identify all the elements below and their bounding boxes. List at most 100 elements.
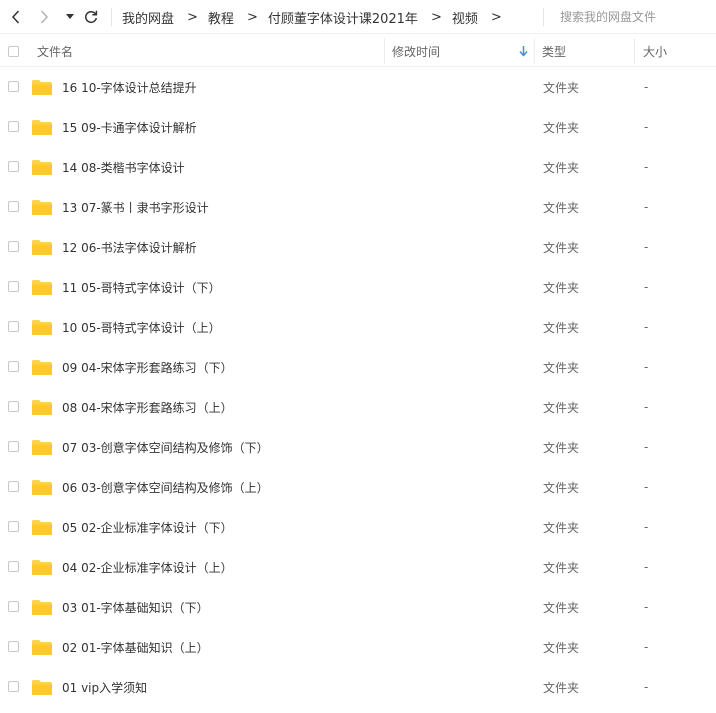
file-row[interactable]: 11 05-哥特式字体设计（下） 文件夹 - xyxy=(0,267,716,307)
file-name[interactable]: 16 10-字体设计总结提升 xyxy=(62,67,197,107)
row-checkbox[interactable] xyxy=(8,641,19,652)
file-type: 文件夹 xyxy=(543,80,580,95)
forward-button[interactable] xyxy=(32,0,56,34)
refresh-icon xyxy=(85,10,98,24)
file-row[interactable]: 16 10-字体设计总结提升 文件夹 - xyxy=(0,67,716,107)
file-name[interactable]: 11 05-哥特式字体设计（下） xyxy=(62,267,221,307)
row-checkbox[interactable] xyxy=(8,121,19,132)
sort-descending-icon[interactable] xyxy=(519,46,528,57)
column-header-modified[interactable]: 修改时间 xyxy=(392,36,532,66)
file-type: 文件夹 xyxy=(543,640,580,655)
file-type: 文件夹 xyxy=(543,440,580,455)
file-type: 文件夹 xyxy=(543,520,580,535)
column-header-size[interactable]: 大小 xyxy=(643,36,713,66)
file-row[interactable]: 08 04-宋体字形套路练习（上） 文件夹 - xyxy=(0,387,716,427)
column-header-name[interactable]: 文件名 xyxy=(37,36,382,66)
file-row[interactable]: 10 05-哥特式字体设计（上） 文件夹 - xyxy=(0,307,716,347)
file-name[interactable]: 03 01-字体基础知识（下） xyxy=(62,587,209,627)
folder-icon xyxy=(32,520,52,535)
row-checkbox[interactable] xyxy=(8,561,19,572)
file-name[interactable]: 04 02-企业标准字体设计（上） xyxy=(62,547,233,587)
file-name[interactable]: 15 09-卡通字体设计解析 xyxy=(62,107,197,147)
row-checkbox[interactable] xyxy=(8,361,19,372)
file-name[interactable]: 14 08-类楷书字体设计 xyxy=(62,147,185,187)
file-name[interactable]: 08 04-宋体字形套路练习（上） xyxy=(62,387,233,427)
row-checkbox[interactable] xyxy=(8,401,19,412)
file-row[interactable]: 13 07-篆书丨隶书字形设计 文件夹 - xyxy=(0,187,716,227)
row-checkbox[interactable] xyxy=(8,81,19,92)
file-size: - xyxy=(644,480,649,494)
file-row[interactable]: 12 06-书法字体设计解析 文件夹 - xyxy=(0,227,716,267)
file-name[interactable]: 07 03-创意字体空间结构及修饰（下） xyxy=(62,427,269,467)
file-type: 文件夹 xyxy=(543,600,580,615)
file-name[interactable]: 02 01-字体基础知识（上） xyxy=(62,627,209,667)
breadcrumb-separator: > xyxy=(246,9,258,25)
folder-icon xyxy=(32,640,52,655)
file-name[interactable]: 01 vip入学须知 xyxy=(62,667,147,707)
breadcrumb-item-tutorial[interactable]: 教程 xyxy=(208,8,234,27)
file-type: 文件夹 xyxy=(543,120,580,135)
row-checkbox[interactable] xyxy=(8,281,19,292)
file-row[interactable]: 07 03-创意字体空间结构及修饰（下） 文件夹 - xyxy=(0,427,716,467)
column-header-size-label: 大小 xyxy=(643,44,668,59)
back-button[interactable] xyxy=(4,0,28,34)
row-checkbox[interactable] xyxy=(8,601,19,612)
file-name[interactable]: 13 07-篆书丨隶书字形设计 xyxy=(62,187,209,227)
row-checkbox[interactable] xyxy=(8,481,19,492)
folder-icon xyxy=(32,440,52,455)
file-type: 文件夹 xyxy=(543,280,580,295)
file-type: 文件夹 xyxy=(543,680,580,695)
file-type: 文件夹 xyxy=(543,240,580,255)
breadcrumb-item-root[interactable]: 我的网盘 xyxy=(122,8,174,27)
file-row[interactable]: 09 04-宋体字形套路练习（下） 文件夹 - xyxy=(0,347,716,387)
file-size: - xyxy=(644,80,649,94)
file-row[interactable]: 06 03-创意字体空间结构及修饰（上） 文件夹 - xyxy=(0,467,716,507)
file-size: - xyxy=(644,160,649,174)
file-row[interactable]: 04 02-企业标准字体设计（上） 文件夹 - xyxy=(0,547,716,587)
file-row[interactable]: 03 01-字体基础知识（下） 文件夹 - xyxy=(0,587,716,627)
file-size: - xyxy=(644,360,649,374)
breadcrumb-separator: > xyxy=(430,9,442,25)
file-row[interactable]: 02 01-字体基础知识（上） 文件夹 - xyxy=(0,627,716,667)
file-name[interactable]: 09 04-宋体字形套路练习（下） xyxy=(62,347,233,387)
file-name[interactable]: 06 03-创意字体空间结构及修饰（上） xyxy=(62,467,269,507)
column-header-type[interactable]: 类型 xyxy=(542,36,632,66)
column-divider[interactable] xyxy=(634,38,635,64)
file-row[interactable]: 01 vip入学须知 文件夹 - xyxy=(0,667,716,707)
row-checkbox[interactable] xyxy=(8,521,19,532)
file-type: 文件夹 xyxy=(543,560,580,575)
toolbar: 我的网盘 > 教程 > 付顾董字体设计课2021年 > 视频 > xyxy=(0,0,716,34)
refresh-button[interactable] xyxy=(80,0,102,34)
folder-icon xyxy=(32,600,52,615)
file-name[interactable]: 05 02-企业标准字体设计（下） xyxy=(62,507,233,547)
file-row[interactable]: 14 08-类楷书字体设计 文件夹 - xyxy=(0,147,716,187)
file-type: 文件夹 xyxy=(543,360,580,375)
file-list: 16 10-字体设计总结提升 文件夹 - 15 09-卡通字体设计解析 文件夹 … xyxy=(0,67,716,707)
breadcrumb-separator[interactable]: > xyxy=(491,10,502,25)
file-type: 文件夹 xyxy=(543,480,580,495)
column-divider[interactable] xyxy=(384,38,385,64)
row-checkbox[interactable] xyxy=(8,201,19,212)
select-all-checkbox[interactable] xyxy=(8,45,19,57)
row-checkbox[interactable] xyxy=(8,241,19,252)
chevron-right-icon xyxy=(40,10,49,24)
column-header-modified-label: 修改时间 xyxy=(392,44,441,59)
file-row[interactable]: 05 02-企业标准字体设计（下） 文件夹 - xyxy=(0,507,716,547)
breadcrumb-item-video[interactable]: 视频 xyxy=(452,8,478,27)
folder-icon xyxy=(32,160,52,175)
row-checkbox[interactable] xyxy=(8,681,19,692)
search-input[interactable] xyxy=(560,10,710,24)
row-checkbox[interactable] xyxy=(8,321,19,332)
file-name[interactable]: 12 06-书法字体设计解析 xyxy=(62,227,197,267)
history-dropdown-button[interactable] xyxy=(61,0,79,34)
row-checkbox[interactable] xyxy=(8,161,19,172)
column-divider[interactable] xyxy=(534,38,535,64)
file-size: - xyxy=(644,560,649,574)
toolbar-divider xyxy=(111,8,112,26)
column-header-name-label: 文件名 xyxy=(37,44,74,59)
folder-icon xyxy=(32,120,52,135)
file-row[interactable]: 15 09-卡通字体设计解析 文件夹 - xyxy=(0,107,716,147)
file-name[interactable]: 10 05-哥特式字体设计（上） xyxy=(62,307,221,347)
breadcrumb-item-course[interactable]: 付顾董字体设计课2021年 xyxy=(268,8,418,27)
row-checkbox[interactable] xyxy=(8,441,19,452)
